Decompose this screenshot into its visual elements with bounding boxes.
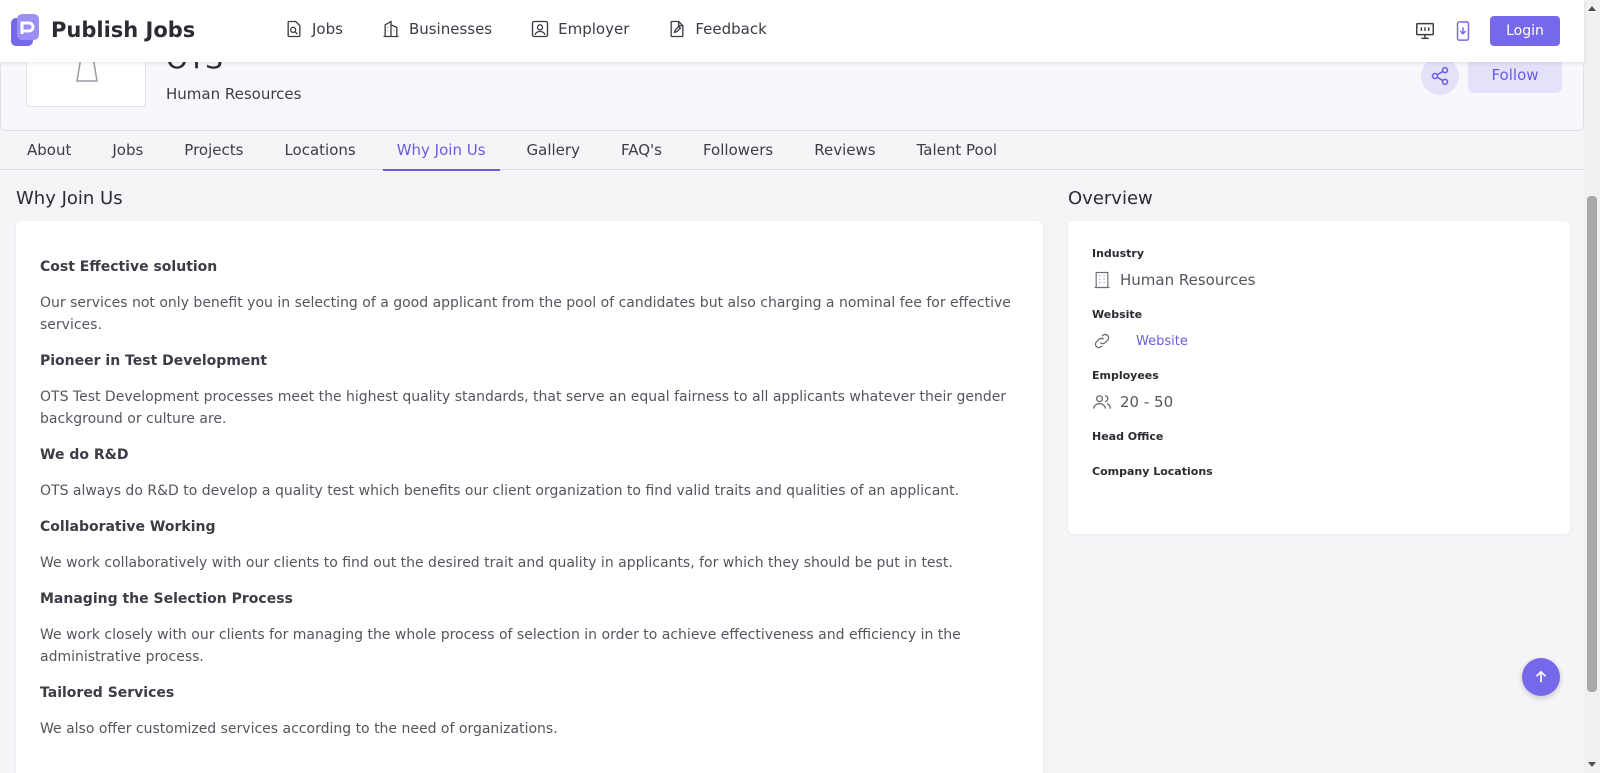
- nav-feedback-label: Feedback: [695, 20, 767, 38]
- scroll-up-arrow[interactable]: [1588, 6, 1596, 11]
- why-item-heading: Managing the Selection Process: [40, 591, 293, 607]
- back-to-top-button[interactable]: [1522, 658, 1560, 696]
- main-nav: Jobs Businesses Employer Feedback: [284, 19, 805, 39]
- feedback-icon: [670, 20, 684, 38]
- scroll-down-arrow[interactable]: [1588, 762, 1596, 767]
- website-link[interactable]: Website: [1136, 334, 1188, 349]
- why-item-heading: Collaborative Working: [40, 519, 216, 535]
- industry-value: Human Resources: [1120, 271, 1256, 289]
- scroll-thumb[interactable]: [1587, 196, 1597, 692]
- users-icon: [1093, 395, 1111, 409]
- why-item-text: OTS Test Development processes meet the …: [40, 389, 1007, 427]
- brand-logo-icon: [11, 14, 39, 46]
- tab-why-join-us[interactable]: Why Join Us: [382, 131, 500, 171]
- why-item: Cost Effective solution Our services not…: [40, 257, 1019, 336]
- nav-actions: Login: [1414, 16, 1560, 46]
- tab-gallery[interactable]: Gallery: [513, 131, 594, 170]
- job-search-icon: [287, 20, 301, 38]
- tab-reviews[interactable]: Reviews: [800, 131, 889, 170]
- desktop-icon[interactable]: [1414, 20, 1436, 42]
- why-item-heading: We do R&D: [40, 447, 129, 463]
- industry-label: Industry: [1092, 247, 1145, 260]
- employer-icon: [531, 20, 549, 38]
- nav-businesses-label: Businesses: [408, 20, 493, 38]
- nav-businesses[interactable]: Businesses: [381, 19, 492, 39]
- tab-about[interactable]: About: [13, 131, 85, 170]
- why-item: Tailored Services We also offer customiz…: [40, 683, 1019, 740]
- why-item-text: We also offer customized services accord…: [40, 721, 558, 737]
- company-industry: Human Resources: [166, 85, 302, 103]
- building-icon: [1094, 271, 1110, 289]
- website-label: Website: [1092, 308, 1143, 321]
- nav-jobs-label: Jobs: [312, 20, 343, 38]
- overview-card: Industry Human Resources Website Website…: [1068, 221, 1570, 534]
- why-item-heading: Pioneer in Test Development: [40, 353, 268, 369]
- why-item-heading: Tailored Services: [40, 685, 175, 701]
- tab-locations[interactable]: Locations: [270, 131, 369, 170]
- arrow-up-icon: [1535, 670, 1547, 683]
- website-row: Website: [1092, 331, 1546, 351]
- nav-feedback[interactable]: Feedback: [667, 19, 767, 39]
- building-icon: [383, 20, 399, 38]
- tab-projects[interactable]: Projects: [170, 131, 257, 170]
- why-item-text: We work collaboratively with our clients…: [40, 555, 953, 571]
- why-item: Pioneer in Test Development OTS Test Dev…: [40, 351, 1019, 430]
- page-scrollbar[interactable]: [1584, 0, 1600, 773]
- employees-row: 20 - 50: [1092, 392, 1546, 412]
- share-button[interactable]: [1421, 57, 1459, 95]
- link-icon: [1094, 333, 1110, 349]
- nav-employer-label: Employer: [558, 20, 630, 38]
- why-join-card: Cost Effective solution Our services not…: [16, 221, 1043, 773]
- brand[interactable]: Publish Jobs: [11, 14, 195, 46]
- why-item: Managing the Selection Process We work c…: [40, 589, 1019, 668]
- why-item-text: Our services not only benefit you in sel…: [40, 295, 1011, 333]
- tab-talent-pool[interactable]: Talent Pool: [903, 131, 1011, 170]
- brand-name: Publish Jobs: [51, 18, 196, 42]
- top-navbar: Publish Jobs Jobs Businesses Employer Fe…: [0, 0, 1584, 62]
- company-tabs: About Jobs Projects Locations Why Join U…: [0, 131, 1584, 171]
- why-item-heading: Cost Effective solution: [40, 259, 218, 275]
- follow-button[interactable]: Follow: [1468, 57, 1562, 93]
- overview-title: Overview: [1068, 188, 1153, 209]
- why-item-text: We work closely with our clients for man…: [40, 627, 961, 665]
- company-locations-label: Company Locations: [1092, 465, 1213, 478]
- head-office-label: Head Office: [1092, 430, 1164, 443]
- tab-jobs[interactable]: Jobs: [98, 131, 157, 170]
- why-item-text: OTS always do R&D to develop a quality t…: [40, 483, 960, 499]
- nav-employer[interactable]: Employer: [530, 19, 629, 39]
- employees-label: Employees: [1092, 369, 1159, 382]
- why-item: We do R&D OTS always do R&D to develop a…: [40, 445, 1019, 502]
- employees-value: 20 - 50: [1120, 393, 1174, 411]
- why-item: Collaborative Working We work collaborat…: [40, 517, 1019, 574]
- share-icon: [1431, 66, 1449, 86]
- login-button[interactable]: Login: [1490, 16, 1560, 46]
- tab-faqs[interactable]: FAQ's: [607, 131, 676, 170]
- industry-row: Human Resources: [1092, 270, 1546, 290]
- tab-followers[interactable]: Followers: [689, 131, 787, 170]
- mobile-download-icon[interactable]: [1452, 20, 1474, 42]
- nav-jobs[interactable]: Jobs: [284, 19, 343, 39]
- why-join-title: Why Join Us: [16, 188, 123, 209]
